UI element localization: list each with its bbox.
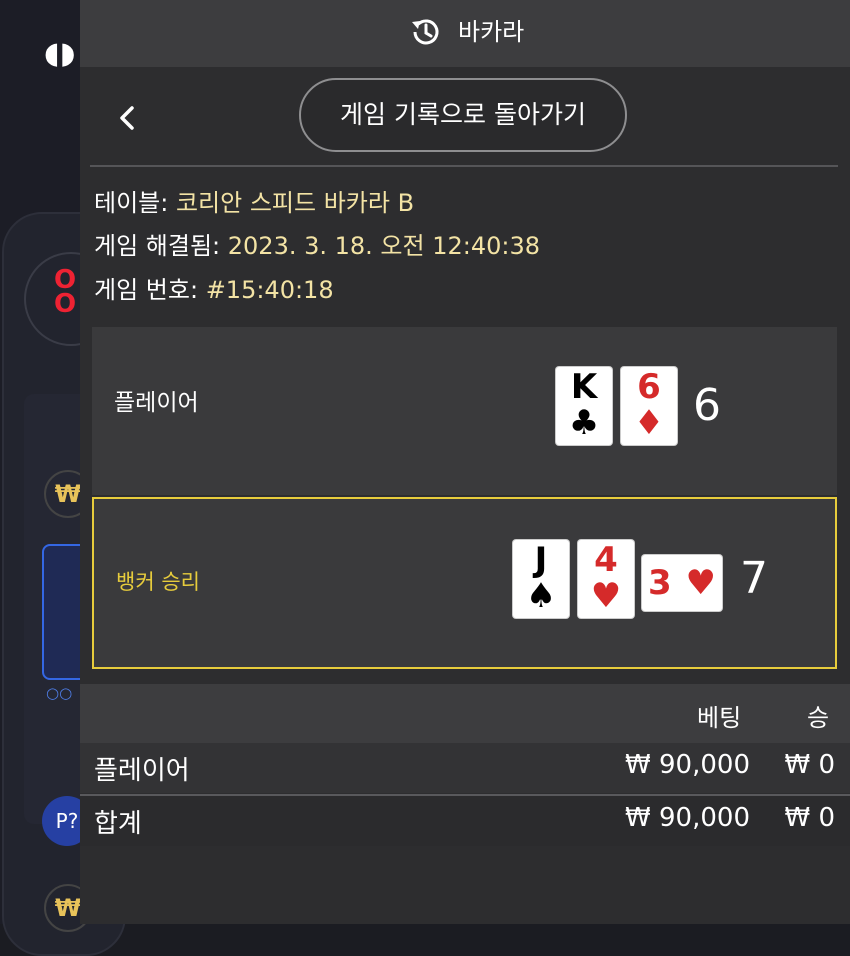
heart-icon: ♥ bbox=[685, 563, 716, 603]
back-to-history-button[interactable]: 게임 기록으로 돌아가기 bbox=[299, 78, 627, 152]
info-table-value: 코리안 스피드 바카라 B bbox=[175, 189, 415, 217]
background-road-dots: ○○ bbox=[46, 684, 73, 702]
info-table: 테이블: 코리안 스피드 바카라 B bbox=[94, 185, 414, 221]
divider bbox=[90, 165, 838, 167]
banker-total: 7 bbox=[740, 553, 768, 604]
club-icon: ♣ bbox=[568, 403, 600, 443]
card-rank: K bbox=[570, 367, 598, 407]
background-road-icon: OO bbox=[54, 265, 76, 319]
row-label: 플레이어 bbox=[94, 756, 190, 786]
info-resolved-label: 게임 해결됨: bbox=[94, 232, 221, 260]
card-rank: 6 bbox=[637, 367, 661, 407]
column-win: 승 bbox=[807, 704, 830, 732]
column-bet: 베팅 bbox=[697, 704, 742, 732]
row-bet: ₩ 90,000 bbox=[625, 750, 750, 780]
page-title: 바카라 bbox=[458, 18, 525, 46]
banker-card-1: J ♠ bbox=[513, 540, 569, 618]
heart-icon: ♥ bbox=[590, 576, 622, 616]
table-row-total: 합계 ₩ 90,000 ₩ 0 bbox=[80, 796, 850, 846]
banker-card-3: 3 ♥ bbox=[642, 555, 722, 611]
spade-icon: ♠ bbox=[525, 576, 557, 616]
banker-card-2: 4 ♥ bbox=[578, 540, 634, 618]
banker-label: 뱅커 승리 bbox=[116, 570, 200, 594]
row-bet: ₩ 90,000 bbox=[625, 803, 750, 833]
info-game-number-value: #15:40:18 bbox=[205, 276, 334, 304]
chevron-left-icon[interactable] bbox=[110, 98, 146, 138]
info-game-number: 게임 번호: #15:40:18 bbox=[94, 272, 334, 308]
info-table-label: 테이블: bbox=[94, 189, 169, 217]
row-win: ₩ 0 bbox=[784, 750, 835, 780]
player-card-1: K ♣ bbox=[556, 367, 612, 445]
card-rank: 3 bbox=[648, 563, 672, 603]
card-rank: 4 bbox=[594, 540, 618, 580]
player-card-2: 6 ♦ bbox=[621, 367, 677, 445]
banker-hand: 뱅커 승리 J ♠ 4 ♥ 3 ♥ 7 bbox=[92, 497, 837, 669]
info-game-number-label: 게임 번호: bbox=[94, 276, 199, 304]
brand-logo: ◖◗ bbox=[44, 36, 76, 71]
card-rank: J bbox=[534, 540, 548, 580]
bet-table-header: 베팅 승 bbox=[80, 684, 850, 743]
info-resolved-value: 2023. 3. 18. 오전 12:40:38 bbox=[227, 232, 541, 260]
info-resolved: 게임 해결됨: 2023. 3. 18. 오전 12:40:38 bbox=[94, 228, 540, 264]
row-win: ₩ 0 bbox=[784, 803, 835, 833]
diamond-icon: ♦ bbox=[633, 403, 665, 443]
player-total: 6 bbox=[693, 380, 721, 431]
history-icon bbox=[412, 19, 439, 45]
history-detail-panel: 바카라 게임 기록으로 돌아가기 테이블: 코리안 스피드 바카라 B 게임 해… bbox=[80, 0, 850, 924]
table-row: 플레이어 ₩ 90,000 ₩ 0 bbox=[80, 743, 850, 793]
player-hand: 플레이어 K ♣ 6 ♦ 6 bbox=[92, 327, 837, 495]
top-bar: 바카라 bbox=[80, 0, 850, 67]
row-label: 합계 bbox=[94, 809, 142, 839]
player-label: 플레이어 bbox=[114, 390, 199, 416]
